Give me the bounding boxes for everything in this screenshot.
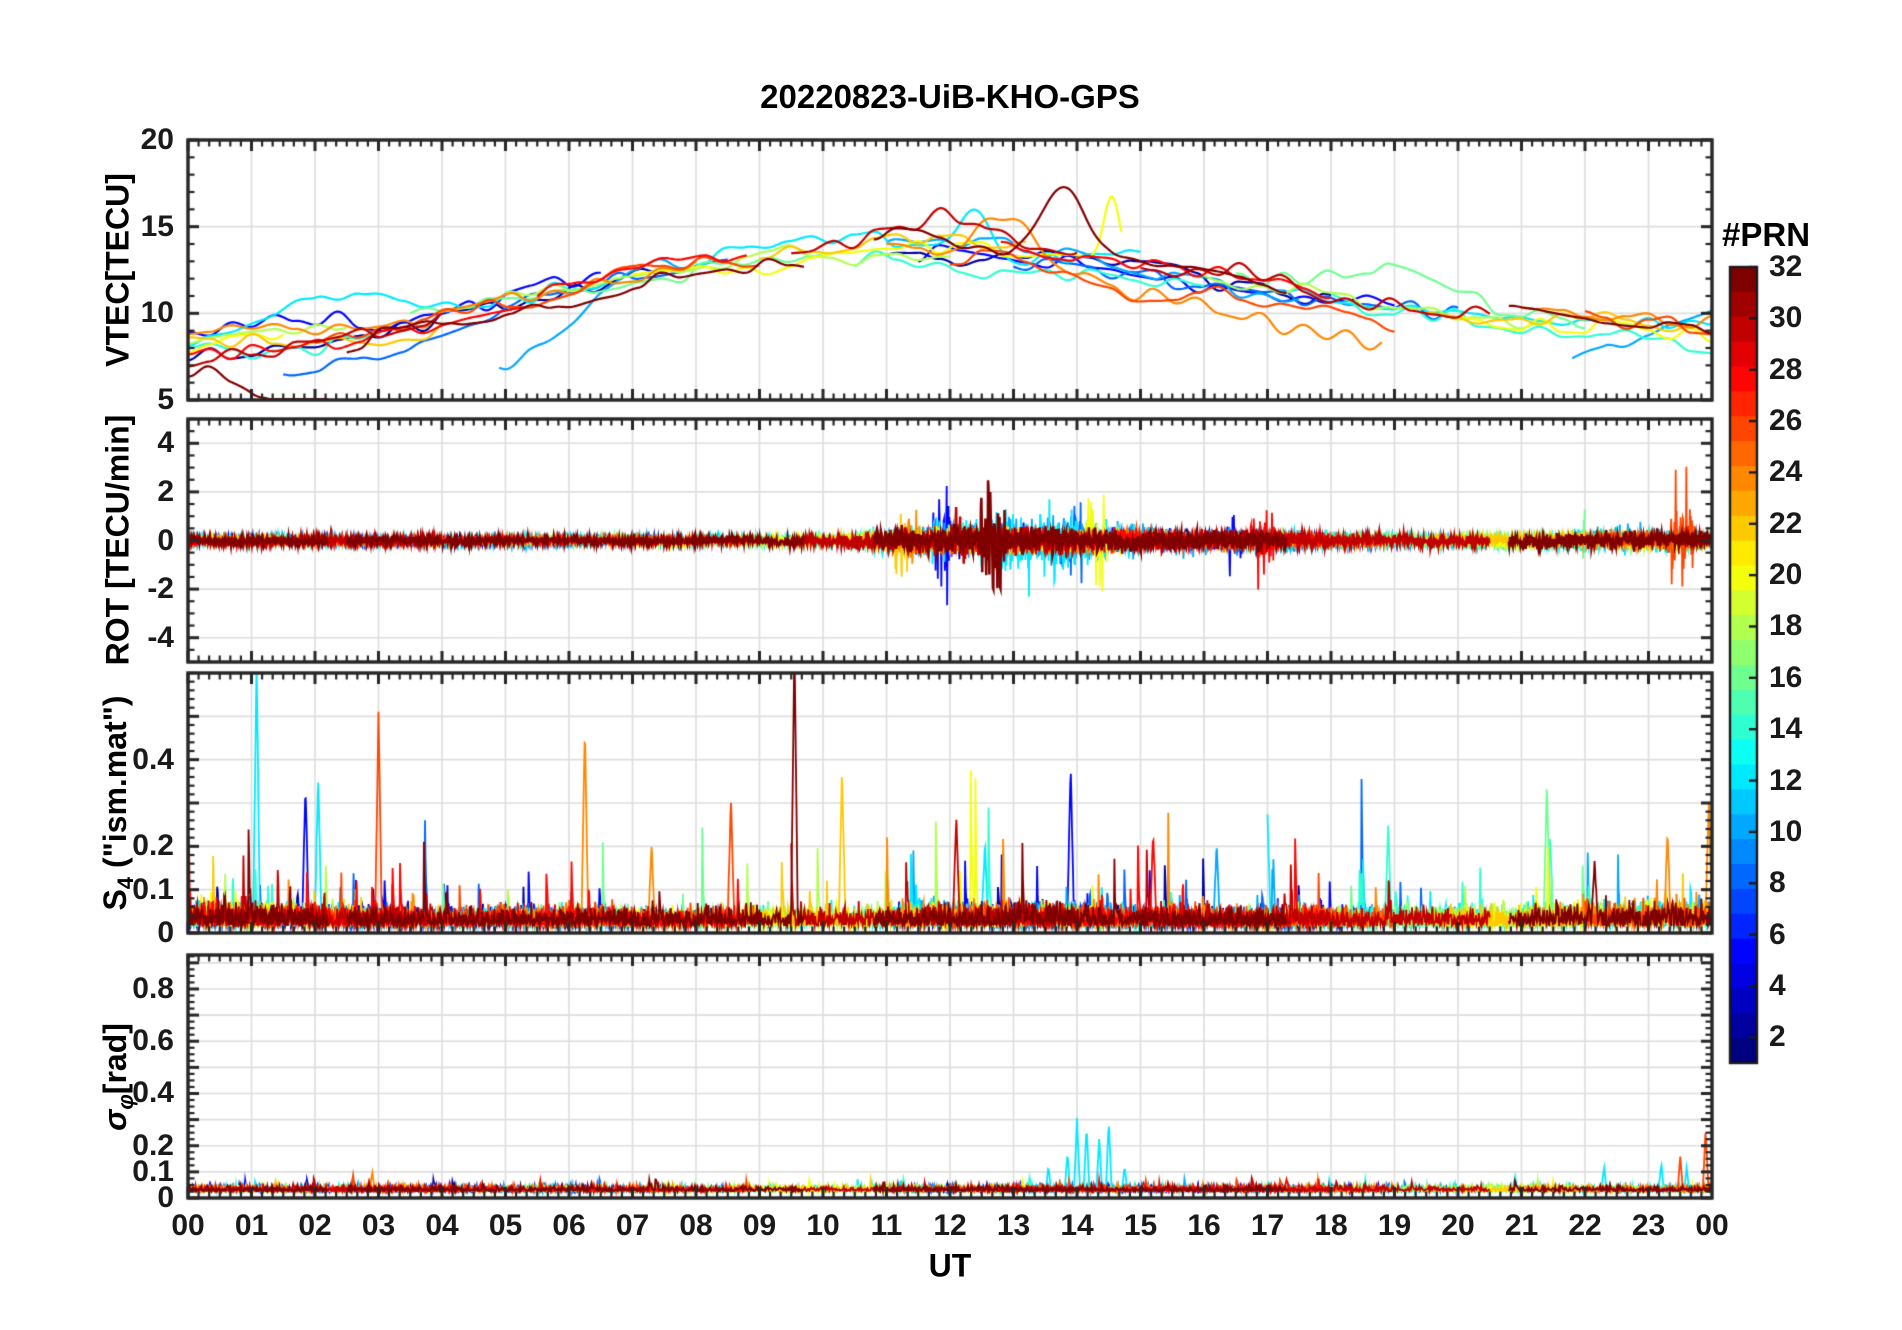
colorbar-tick-label: 28 [1769,352,1803,386]
colorbar-tick-label: 20 [1769,558,1803,592]
x-axis-label: UT [928,1247,972,1284]
x-tick-label: 05 [488,1209,523,1242]
x-tick-label: 08 [679,1209,713,1242]
x-tick-label: 03 [361,1209,396,1242]
x-tick-label: 22 [1568,1209,1602,1242]
x-tick-label: 10 [806,1209,840,1242]
colorbar-tick-label: 26 [1769,404,1803,438]
sigma-units: [rad] [96,1023,133,1095]
colorbar-tick-label: 8 [1769,866,1786,900]
s4-symbol: S [96,889,133,911]
y-tick-label: 2 [157,474,174,508]
x-tick-label: 12 [933,1209,967,1242]
x-tick-label: 19 [1377,1209,1412,1242]
x-tick-label: 00 [1695,1209,1729,1242]
x-tick-label: 15 [1123,1209,1158,1242]
x-tick-label: 23 [1631,1209,1666,1242]
y-tick-label: 4 [157,426,174,460]
x-tick-label: 07 [615,1209,650,1242]
x-tick-label: 21 [1504,1209,1539,1242]
y-axis-label-vtec-text: VTEC[TECU] [99,173,136,367]
y-axis-label-vtec: VTEC[TECU] [100,173,137,367]
y-tick-label: 10 [140,296,174,330]
x-tick-label: 01 [234,1209,269,1242]
x-tick-label: 11 [870,1209,903,1242]
figure-title: 20220823-UiB-KHO-GPS [760,78,1140,115]
x-tick-label: 06 [552,1209,586,1242]
colorbar-tick-label: 30 [1769,301,1803,335]
colorbar-tick-label: 16 [1769,660,1803,694]
y-tick-label: 0.2 [132,829,174,863]
x-tick-label: 14 [1060,1209,1094,1242]
x-tick-label: 16 [1187,1209,1221,1242]
colorbar-tick-label: 22 [1769,506,1803,540]
y-tick-label: -4 [147,620,174,654]
x-tick-label: 17 [1250,1209,1285,1242]
y-tick-label: 0.4 [132,1076,174,1110]
colorbar-tick-label: 10 [1769,814,1803,848]
colorbar-tick-label: 6 [1769,917,1786,951]
x-tick-label: 13 [996,1209,1031,1242]
sigma-symbol: σ [96,1109,133,1131]
x-tick-label: 18 [1314,1209,1348,1242]
y-tick-label: 20 [140,123,174,156]
y-tick-label: 0.2 [132,1128,174,1162]
x-tick-label: 20 [1441,1209,1475,1242]
colorbar-title: #PRN [1722,216,1811,253]
y-tick-label: 0 [157,523,174,557]
x-tick-label: 00 [171,1209,205,1242]
colorbar-tick-label: 24 [1769,455,1803,489]
colorbar-tick-label: 12 [1769,763,1803,797]
gps-scintillation-figure: 20220823-UiB-KHO-GPS VTEC[TECU] ROT [TEC… [0,0,1902,1330]
colorbar-tick-label: 32 [1769,250,1803,283]
y-tick-label: 0.8 [132,971,174,1005]
x-tick-label: 04 [425,1209,459,1242]
y-tick-label: 0.6 [132,1024,174,1058]
y-axis-label-rot: ROT [TECU/min] [100,415,137,666]
y-tick-label: 0.1 [132,872,174,906]
y-tick-label: 0 [157,916,174,949]
colorbar-tick-label: 2 [1769,1020,1786,1054]
y-tick-label: 15 [140,209,174,243]
plot-canvas [0,0,1902,1330]
colorbar-tick-label: 14 [1769,712,1803,746]
s4-units: ("ism.mat") [96,695,133,877]
y-tick-label: 0.4 [132,742,174,776]
y-tick-label: 5 [157,383,174,416]
y-tick-label: -2 [147,572,174,606]
x-tick-label: 09 [742,1209,777,1242]
x-tick-label: 02 [298,1209,332,1242]
y-axis-label-rot-text: ROT [TECU/min] [99,414,136,666]
colorbar-tick-label: 4 [1769,968,1786,1002]
colorbar-tick-label: 18 [1769,609,1803,643]
